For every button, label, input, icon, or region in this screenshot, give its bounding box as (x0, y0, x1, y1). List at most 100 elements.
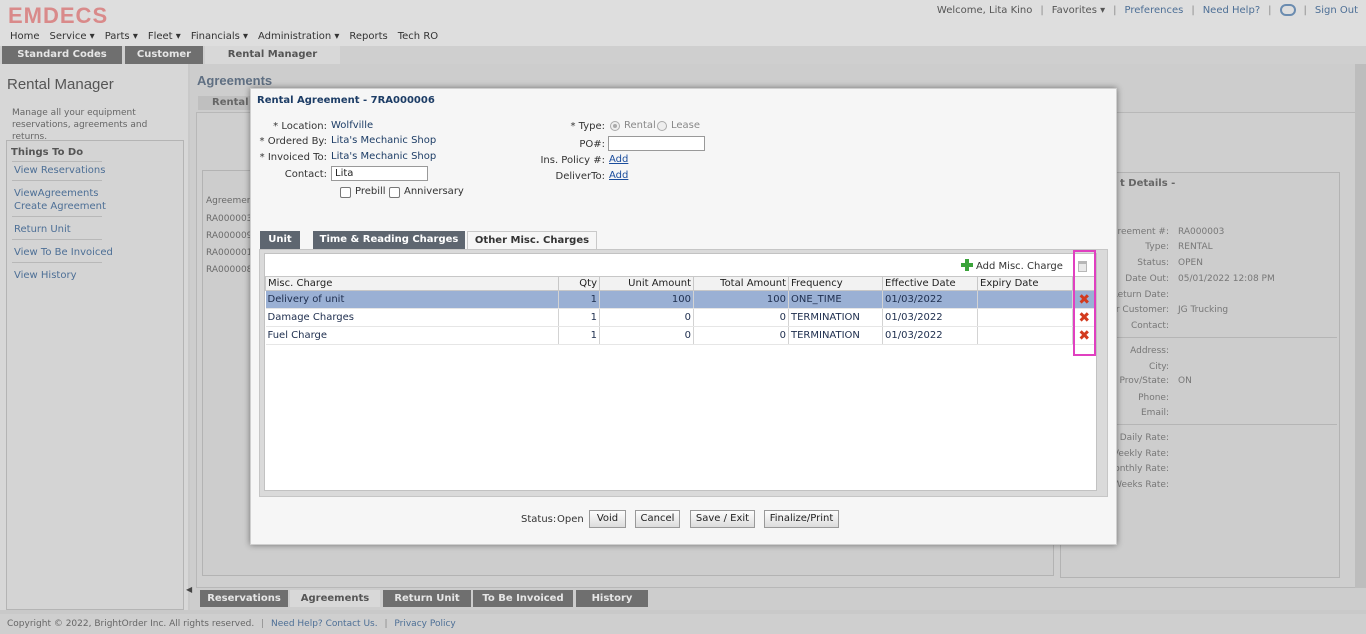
cell-qty: 1 (558, 290, 600, 309)
type-lease-label: Lease (671, 120, 701, 131)
todo-view-reservations[interactable]: View Reservations (14, 165, 105, 176)
list-row[interactable]: RA000009 (206, 231, 252, 241)
cell-effective-date: 01/03/2022 (882, 308, 978, 327)
table-row[interactable]: Fuel Charge 1 0 0 TERMINATION 01/03/2022… (265, 326, 1096, 345)
col-qty[interactable]: Qty (558, 276, 600, 291)
add-misc-charge-label: Add Misc. Charge (976, 261, 1063, 272)
deliver-to-label: DeliverTo: (555, 171, 606, 182)
tab-time-reading-charges[interactable]: Time & Reading Charges (313, 231, 465, 249)
po-field[interactable] (608, 136, 705, 151)
anniversary-checkbox[interactable] (389, 187, 400, 198)
deliver-to-add-link[interactable]: Add (609, 170, 628, 181)
rental-agreement-dialog: Rental Agreement - 7RA000006 * Location:… (250, 88, 1117, 545)
tab-to-be-invoiced[interactable]: To Be Invoiced (473, 590, 573, 607)
tab-other-misc-charges[interactable]: Other Misc. Charges (467, 231, 597, 249)
copyright-text: Copyright © 2022, BrightOrder Inc. All r… (7, 619, 255, 629)
contact-link[interactable]: Need Help? Contact Us. (271, 619, 378, 629)
col-total-amount[interactable]: Total Amount (693, 276, 789, 291)
todo-create-agreement[interactable]: Create Agreement (14, 201, 106, 212)
col-frequency[interactable]: Frequency (788, 276, 883, 291)
left-panel-description: Manage all your equipment reservations, … (12, 108, 148, 142)
misc-charges-table: Misc. Charge Qty Unit Amount Total Amoun… (265, 276, 1096, 345)
list-row[interactable]: RA000001 (206, 248, 252, 258)
sign-out-link[interactable]: Sign Out (1315, 5, 1358, 16)
add-icon (961, 259, 973, 271)
finalize-print-button[interactable]: Finalize/Print (764, 510, 839, 528)
col-effective-date[interactable]: Effective Date (882, 276, 978, 291)
menu-financials[interactable]: Financials ▾ (191, 31, 248, 42)
void-button[interactable]: Void (589, 510, 626, 528)
type-rental-radio[interactable] (610, 121, 620, 131)
cell-total-amount: 0 (693, 308, 789, 327)
prebill-checkbox[interactable] (340, 187, 351, 198)
list-row[interactable]: RA000008 (206, 265, 252, 275)
detail-value: OPEN (1178, 258, 1203, 268)
subtab-rental[interactable]: Rental (198, 96, 254, 110)
tab-history[interactable]: History (576, 590, 648, 607)
cell-charge: Damage Charges (265, 308, 559, 327)
col-unit-amount[interactable]: Unit Amount (599, 276, 694, 291)
detail-value: 05/01/2022 12:08 PM (1178, 274, 1275, 284)
cell-frequency: TERMINATION (788, 326, 883, 345)
save-exit-button[interactable]: Save / Exit (690, 510, 755, 528)
menu-reports[interactable]: Reports (349, 31, 387, 42)
footer: Copyright © 2022, BrightOrder Inc. All r… (0, 614, 1366, 634)
cell-unit-amount: 100 (599, 290, 694, 309)
todo-view-history[interactable]: View History (14, 270, 77, 281)
todo-return-unit[interactable]: Return Unit (14, 224, 71, 235)
todo-box: Things To Do View Reservations ViewAgree… (6, 140, 184, 610)
status-value: Open (557, 514, 584, 525)
menu-administration[interactable]: Administration ▾ (258, 31, 339, 42)
tab-return-unit[interactable]: Return Unit (383, 590, 471, 607)
cell-unit-amount: 0 (599, 308, 694, 327)
col-expiry-date[interactable]: Expiry Date (977, 276, 1073, 291)
tab-agreements[interactable]: Agreements (290, 590, 380, 607)
contact-field[interactable] (331, 166, 428, 181)
cell-expiry-date (977, 308, 1073, 327)
col-misc-charge[interactable]: Misc. Charge (265, 276, 559, 291)
preferences-link[interactable]: Preferences (1125, 5, 1184, 16)
scrollbar[interactable] (1355, 64, 1366, 610)
list-row[interactable]: RA000003 (206, 214, 252, 224)
tab-unit[interactable]: Unit (260, 231, 300, 249)
menu-home[interactable]: Home (10, 31, 40, 42)
left-panel-title: Rental Manager (7, 76, 114, 93)
tab-rental-manager[interactable]: Rental Manager (205, 46, 340, 64)
table-row[interactable]: Damage Charges 1 0 0 TERMINATION 01/03/2… (265, 308, 1096, 327)
todo-view-to-be-invoiced[interactable]: View To Be Invoiced (14, 247, 113, 258)
highlight-box (1073, 250, 1096, 356)
favorites-menu[interactable]: Favorites ▾ (1052, 5, 1105, 16)
detail-value: RA000003 (1178, 227, 1225, 237)
cell-total-amount: 100 (693, 290, 789, 309)
main-menu: Home Service ▾ Parts ▾ Fleet ▾ Financial… (10, 31, 438, 42)
type-label: * Type: (570, 121, 605, 132)
menu-tech-ro[interactable]: Tech RO (398, 31, 438, 42)
todo-view-agreements[interactable]: ViewAgreements (14, 188, 98, 199)
add-misc-charge-button[interactable]: Add Misc. Charge (961, 259, 1063, 272)
chat-icon[interactable] (1279, 4, 1296, 16)
tab-reservations[interactable]: Reservations (200, 590, 288, 607)
type-lease-radio[interactable] (657, 121, 667, 131)
agreements-title: Agreements (197, 73, 273, 88)
ins-policy-add-link[interactable]: Add (609, 154, 628, 165)
cell-total-amount: 0 (693, 326, 789, 345)
cell-qty: 1 (558, 326, 600, 345)
menu-service[interactable]: Service ▾ (50, 31, 95, 42)
type-rental-label: Rental (624, 120, 656, 131)
details-title: t Details - (1120, 178, 1176, 189)
cell-expiry-date (977, 326, 1073, 345)
ins-policy-label: Ins. Policy #: (540, 155, 605, 166)
cancel-button[interactable]: Cancel (635, 510, 680, 528)
privacy-link[interactable]: Privacy Policy (394, 619, 455, 629)
menu-fleet[interactable]: Fleet ▾ (148, 31, 181, 42)
collapse-arrow-icon[interactable]: ◀ (186, 585, 192, 595)
invoiced-to-label: * Invoiced To: (259, 152, 327, 163)
tab-standard-codes[interactable]: Standard Codes (2, 46, 122, 64)
help-link[interactable]: Need Help? (1203, 5, 1260, 16)
table-row[interactable]: Delivery of unit 1 100 100 ONE_TIME 01/0… (265, 290, 1096, 309)
menu-parts[interactable]: Parts ▾ (105, 31, 138, 42)
tab-customer[interactable]: Customer (125, 46, 203, 64)
dialog-title: Rental Agreement - 7RA000006 (257, 95, 435, 106)
location-value: Wolfville (331, 120, 374, 131)
left-panel: Rental Manager Manage all your equipment… (0, 64, 188, 610)
